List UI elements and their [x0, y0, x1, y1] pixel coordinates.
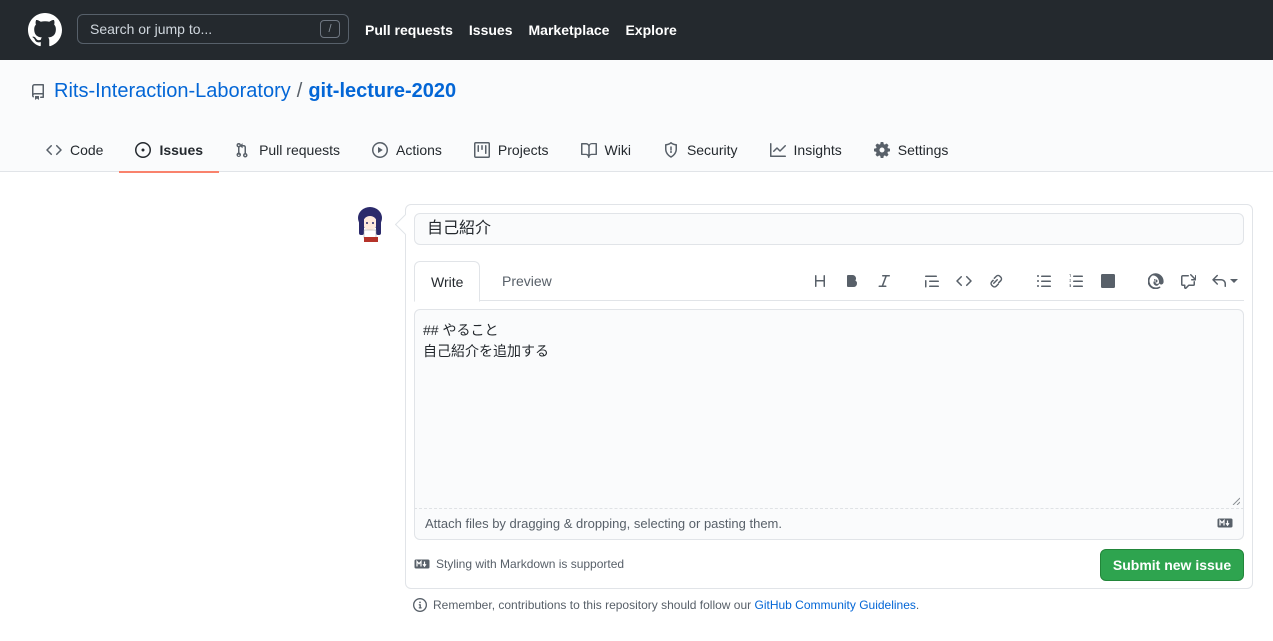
- contribution-reminder: Remember, contributions to this reposito…: [413, 598, 919, 612]
- saved-replies-button[interactable]: [1204, 265, 1244, 297]
- tab-wiki-label: Wiki: [604, 142, 631, 158]
- tab-projects-label: Projects: [497, 142, 549, 158]
- mention-button[interactable]: [1140, 265, 1172, 297]
- user-avatar[interactable]: [355, 205, 385, 245]
- nav-issues[interactable]: Issues: [469, 22, 513, 38]
- bold-icon: [847, 275, 857, 287]
- tab-wiki[interactable]: Wiki: [565, 128, 647, 172]
- tab-code[interactable]: Code: [30, 128, 119, 172]
- tab-projects[interactable]: Projects: [458, 128, 565, 172]
- remember-period: .: [915, 598, 920, 612]
- issue-title-input[interactable]: 自己紹介: [414, 213, 1244, 245]
- project-icon: [473, 142, 490, 158]
- repo-owner-link[interactable]: Rits-Interaction-Laboratory: [54, 80, 291, 103]
- markdown-icon: [414, 559, 430, 569]
- nav-pull-requests[interactable]: Pull requests: [365, 22, 453, 38]
- repo-path-separator: /: [296, 80, 303, 102]
- tab-issues-label: Issues: [159, 142, 204, 158]
- tab-actions-label: Actions: [396, 142, 442, 158]
- tab-write[interactable]: Write: [414, 261, 481, 302]
- tasklist-icon: [1101, 274, 1115, 288]
- issue-body-textarea[interactable]: ## やること 自己紹介を追加する: [414, 309, 1244, 509]
- link-icon: [990, 274, 1003, 288]
- italic-button[interactable]: [868, 265, 900, 297]
- code-button[interactable]: [948, 265, 980, 297]
- nav-explore[interactable]: Explore: [625, 22, 676, 38]
- repo-tabs: Code Issues Pull requests Actions Projec…: [30, 128, 965, 173]
- play-icon: [372, 142, 388, 158]
- global-header: Search or jump to... / Pull requests Iss…: [0, 0, 1273, 60]
- global-nav: Pull requests Issues Marketplace Explore: [365, 0, 693, 60]
- body-line-2: 自己紹介を追加する: [423, 343, 549, 359]
- quote-button[interactable]: [916, 265, 948, 297]
- tab-preview[interactable]: Preview: [486, 261, 568, 302]
- tab-security-label: Security: [686, 142, 738, 158]
- remember-text: Remember, contributions to this reposito…: [433, 598, 755, 612]
- task-list-button[interactable]: [1092, 265, 1124, 297]
- git-pull-request-icon: [236, 142, 248, 158]
- quote-icon: [925, 275, 939, 288]
- list-unordered-icon: [1037, 275, 1051, 287]
- cross-reference-icon: [1181, 274, 1196, 289]
- form-footer: Styling with Markdown is supported Submi…: [414, 549, 1244, 581]
- mention-icon: [1148, 273, 1164, 289]
- bold-button[interactable]: [836, 265, 868, 297]
- community-guidelines-link[interactable]: GitHub Community Guidelines: [755, 598, 916, 612]
- search-shortcut-key: /: [320, 20, 340, 38]
- markdown-toolbar: [804, 261, 1244, 301]
- ordered-list-button[interactable]: [1060, 265, 1092, 297]
- editor-tabs: Write Preview: [414, 261, 1244, 302]
- code-icon: [956, 275, 972, 287]
- repo-icon: [31, 83, 44, 100]
- caret-down-icon: [1229, 279, 1238, 283]
- repo-name-link[interactable]: git-lecture-2020: [308, 80, 456, 103]
- tab-settings[interactable]: Settings: [858, 128, 965, 172]
- tab-security[interactable]: Security: [647, 128, 754, 172]
- search-input[interactable]: Search or jump to... /: [77, 14, 349, 44]
- search-placeholder: Search or jump to...: [90, 21, 213, 37]
- heading-button[interactable]: [804, 265, 836, 297]
- tab-insights-label: Insights: [793, 142, 842, 158]
- new-issue-form: 自己紹介 Write Preview ## やること 自己紹介を追加する Att…: [405, 204, 1253, 589]
- tab-pull-requests[interactable]: Pull requests: [219, 128, 356, 172]
- list-ordered-icon: [1069, 274, 1083, 287]
- tab-insights[interactable]: Insights: [754, 128, 858, 172]
- body-line-1: ## やること: [423, 322, 499, 338]
- issue-opened-icon: [135, 142, 152, 158]
- heading-icon: [815, 275, 825, 287]
- submit-new-issue-button[interactable]: Submit new issue: [1100, 549, 1244, 581]
- attach-hint: Attach files by dragging & dropping, sel…: [425, 516, 782, 531]
- markdown-icon[interactable]: [1217, 518, 1233, 528]
- unordered-list-button[interactable]: [1028, 265, 1060, 297]
- graph-icon: [769, 143, 786, 157]
- tab-settings-label: Settings: [897, 142, 949, 158]
- reference-button[interactable]: [1172, 265, 1204, 297]
- code-icon: [46, 144, 62, 156]
- tab-code-label: Code: [70, 142, 104, 158]
- markdown-supported-note[interactable]: Styling with Markdown is supported: [414, 557, 624, 571]
- reply-icon: [1211, 274, 1226, 287]
- file-attachment-bar[interactable]: Attach files by dragging & dropping, sel…: [414, 509, 1244, 540]
- info-icon: [413, 598, 427, 612]
- resize-handle-icon[interactable]: [1232, 497, 1240, 505]
- shield-icon: [664, 142, 677, 158]
- github-logo-icon[interactable]: [28, 13, 62, 47]
- tab-actions[interactable]: Actions: [356, 128, 458, 172]
- gear-icon: [873, 142, 890, 158]
- nav-marketplace[interactable]: Marketplace: [529, 22, 610, 38]
- italic-icon: [878, 275, 890, 287]
- tab-issues[interactable]: Issues: [119, 128, 219, 173]
- link-button[interactable]: [980, 265, 1012, 297]
- repo-title: Rits-Interaction-Laboratory / git-lectur…: [30, 80, 456, 103]
- book-icon: [580, 142, 597, 158]
- tab-pull-requests-label: Pull requests: [259, 142, 340, 158]
- repo-header: Rits-Interaction-Laboratory / git-lectur…: [0, 60, 1273, 173]
- markdown-note-text: Styling with Markdown is supported: [436, 557, 625, 571]
